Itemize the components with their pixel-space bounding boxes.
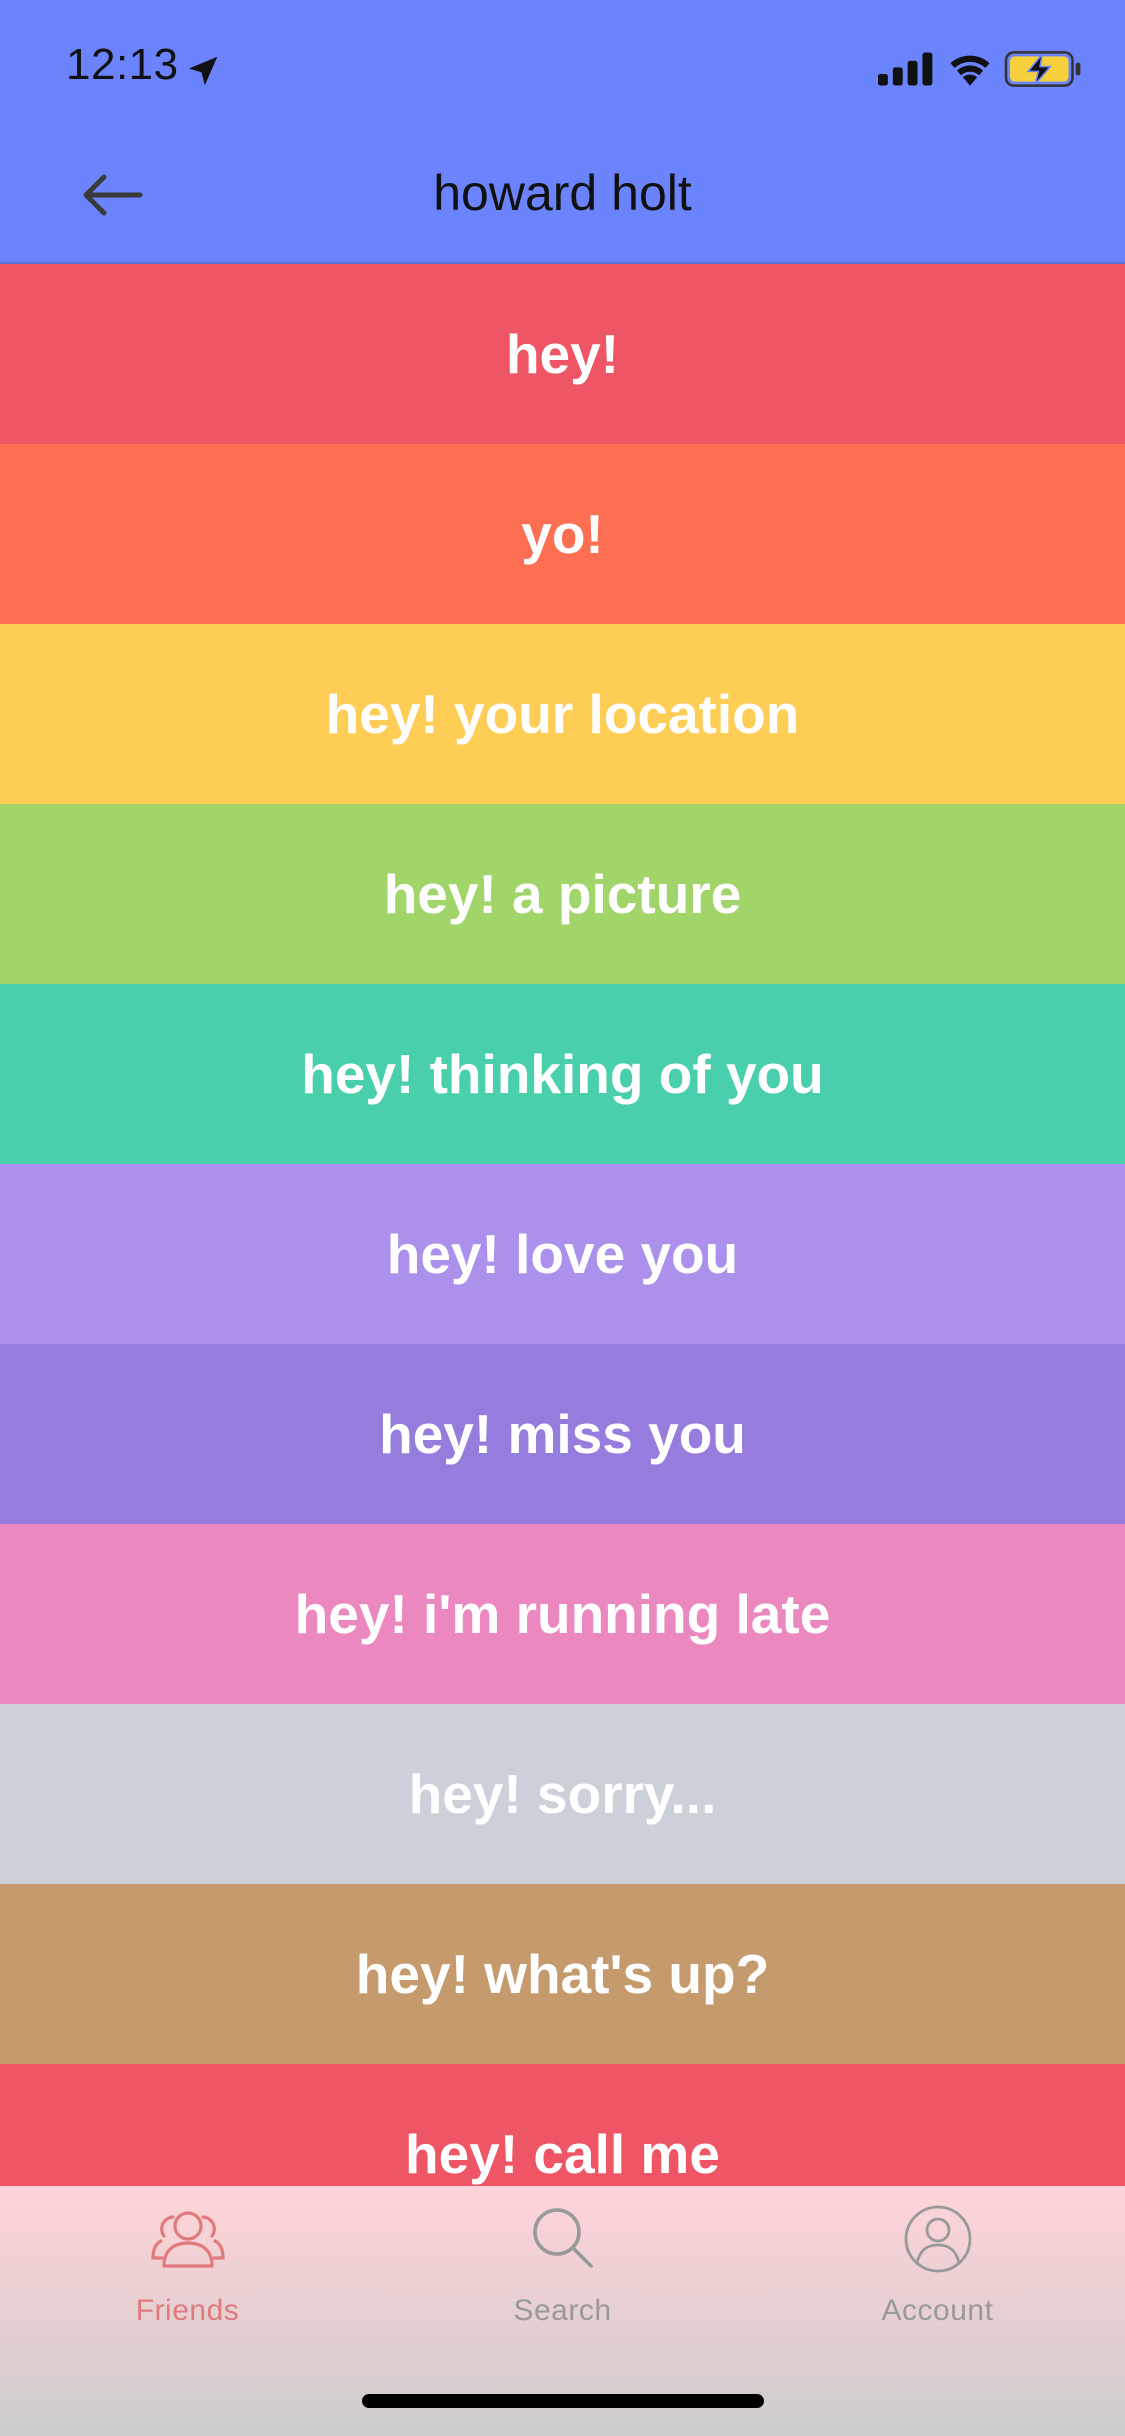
message-label: yo! (521, 503, 604, 565)
message-label: hey! thinking of you (301, 1043, 824, 1105)
location-arrow-icon (188, 56, 218, 86)
message-option[interactable]: hey! i'm running late (0, 1524, 1125, 1704)
message-list: hey! yo! hey! your location hey! a pictu… (0, 264, 1125, 2244)
status-time: 12:13 (66, 40, 179, 89)
message-label: hey! a picture (383, 863, 742, 925)
message-option[interactable]: yo! (0, 444, 1125, 624)
friends-icon (151, 2211, 225, 2268)
tab-label-search: Search (513, 2294, 612, 2327)
wifi-icon (950, 55, 990, 86)
message-label: hey! sorry... (408, 1763, 717, 1825)
message-label: hey! (505, 323, 620, 385)
message-option[interactable]: hey! love you (0, 1164, 1125, 1344)
message-option[interactable]: hey! (0, 264, 1125, 444)
tab-account[interactable]: Account (750, 2186, 1125, 2346)
message-option[interactable]: hey! sorry... (0, 1704, 1125, 1884)
signal-icon (878, 52, 933, 86)
tab-search[interactable]: Search (375, 2186, 750, 2346)
home-indicator (362, 2394, 764, 2408)
message-option[interactable]: hey! miss you (0, 1344, 1125, 1524)
account-icon (904, 2205, 972, 2273)
message-option[interactable]: hey! thinking of you (0, 984, 1125, 1164)
status-bar: 12:13 (0, 0, 1125, 132)
nav-bar: howard holt (0, 132, 1125, 264)
message-label: hey! call me (405, 2123, 720, 2185)
message-label: hey! your location (325, 683, 800, 745)
tab-label-friends: Friends (135, 2294, 240, 2327)
message-label: hey! love you (386, 1223, 739, 1285)
page-title: howard holt (433, 165, 692, 221)
message-option[interactable]: hey! what's up? (0, 1884, 1125, 2064)
tab-friends[interactable]: Friends (0, 2186, 375, 2346)
message-option[interactable]: hey! a picture (0, 804, 1125, 984)
tab-label-account: Account (881, 2294, 994, 2327)
message-label: hey! miss you (379, 1403, 746, 1465)
message-option[interactable]: hey! your location (0, 624, 1125, 804)
battery-charging-icon (1004, 51, 1081, 87)
message-label: hey! i'm running late (294, 1583, 831, 1645)
message-label: hey! what's up? (355, 1943, 770, 2005)
search-icon (533, 2208, 593, 2268)
header: 12:13 howard holt (0, 0, 1125, 264)
